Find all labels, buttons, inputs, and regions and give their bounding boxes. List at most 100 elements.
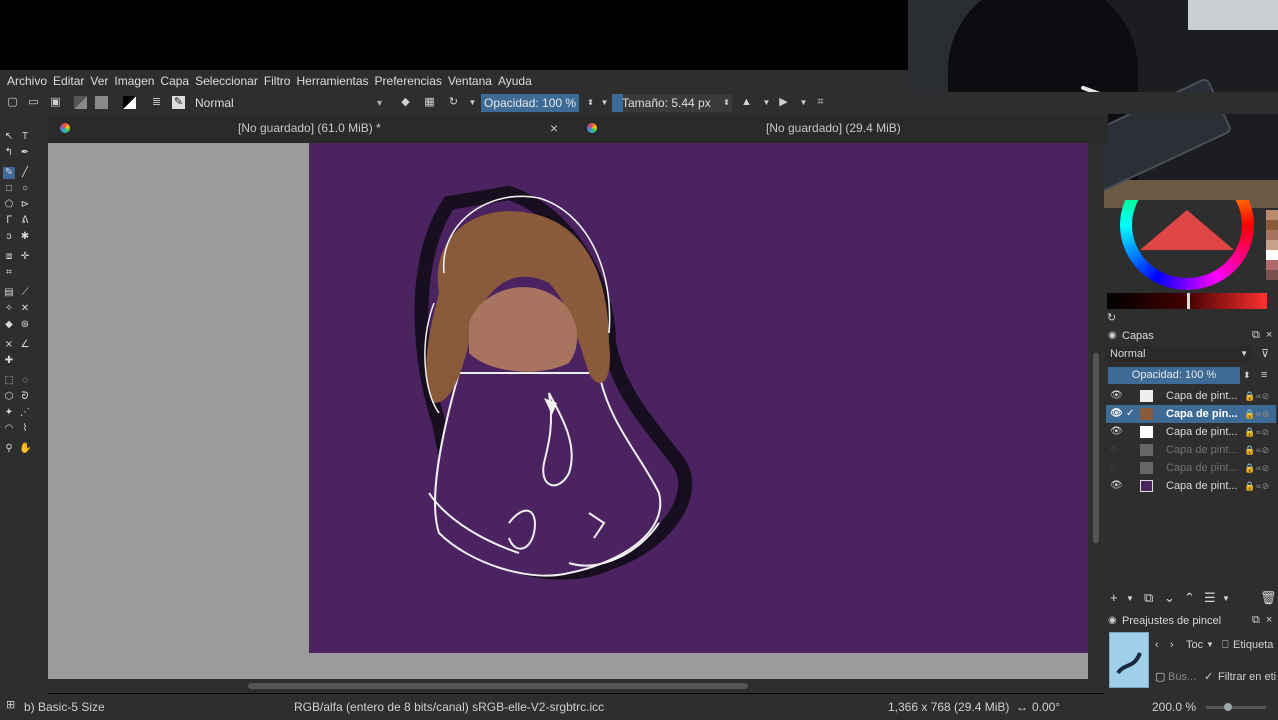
- layer-opacity-slider[interactable]: Opacidad: 100 %: [1108, 367, 1240, 384]
- eye-hidden-icon[interactable]: ◌: [1110, 441, 1122, 459]
- brush-settings-icon[interactable]: ≣: [150, 96, 163, 109]
- rotate-icon[interactable]: ↔: [1016, 700, 1028, 714]
- zoom-slider-knob[interactable]: [1224, 703, 1232, 711]
- wrap-icon[interactable]: ⌗: [814, 96, 827, 109]
- reload-icon[interactable]: ↻: [447, 96, 460, 109]
- layer-row[interactable]: 👁 Capa de pint... 🔒∝⊘: [1106, 423, 1276, 441]
- layer-options-icon[interactable]: ≡: [1261, 367, 1267, 383]
- freehand-brush-icon[interactable]: ✎: [3, 167, 15, 179]
- move-layer-down-icon[interactable]: ⌄: [1164, 590, 1175, 606]
- enclose-fill-icon[interactable]: ⊛: [19, 319, 31, 331]
- menu-herramientas[interactable]: Herramientas: [293, 74, 371, 88]
- saturation-triangle[interactable]: [1140, 210, 1234, 250]
- value-slider[interactable]: [1107, 293, 1267, 309]
- chevron-down-icon[interactable]: ▼: [797, 96, 810, 109]
- delete-layer-icon[interactable]: 🗑: [1260, 590, 1277, 606]
- check-icon[interactable]: ✓: [1126, 405, 1134, 423]
- magnetic-select-icon[interactable]: ⌇: [19, 423, 31, 435]
- filter-icon[interactable]: ⊽: [1261, 346, 1269, 362]
- calligraphy-icon[interactable]: ✒: [19, 147, 31, 159]
- tab-document-1[interactable]: [No guardado] (61.0 MiB) *: [238, 114, 381, 143]
- color-swatch[interactable]: [1266, 270, 1278, 280]
- multibrush-icon[interactable]: ✱: [19, 231, 31, 243]
- line-tool-icon[interactable]: ╱: [19, 167, 31, 179]
- layer-row[interactable]: 👁 ✓ Capa de pin... 🔒∝⊘: [1106, 405, 1276, 423]
- layer-lock-icon[interactable]: 🔒∝⊘: [1244, 441, 1269, 459]
- ellipse-tool-icon[interactable]: ○: [19, 183, 31, 195]
- color-swatch[interactable]: [1266, 240, 1278, 250]
- move-tool-icon[interactable]: ✛: [19, 251, 31, 263]
- layer-lock-icon[interactable]: 🔒∝⊘: [1244, 477, 1269, 495]
- color-swatch[interactable]: [1266, 220, 1278, 230]
- chevron-right-icon[interactable]: ›: [1170, 637, 1174, 653]
- rectangle-tool-icon[interactable]: □: [3, 183, 15, 195]
- text-tool-icon[interactable]: T: [19, 131, 31, 143]
- dynamic-brush-icon[interactable]: ↄ: [3, 231, 15, 243]
- select-shapes-icon[interactable]: ↖: [3, 131, 15, 143]
- eye-icon[interactable]: 👁: [1110, 387, 1123, 405]
- save-icon[interactable]: ▣: [49, 96, 62, 109]
- layer-lock-icon[interactable]: 🔒∝⊘: [1244, 423, 1269, 441]
- rect-select-icon[interactable]: ⬚: [3, 375, 15, 387]
- zoom-slider[interactable]: [1206, 703, 1266, 711]
- close-icon[interactable]: ×: [1266, 612, 1272, 628]
- layer-blend-mode-select[interactable]: Normal ▼: [1108, 346, 1252, 362]
- filter-checkbox[interactable]: ✓: [1204, 669, 1213, 685]
- preset-view-icon[interactable]: ▢: [1155, 669, 1165, 685]
- vertical-scroll-thumb[interactable]: [1093, 353, 1099, 543]
- gradient-icon[interactable]: [74, 96, 87, 109]
- layer-properties-icon[interactable]: ☰: [1204, 590, 1216, 606]
- tag-icon[interactable]: ⎕: [1222, 637, 1229, 653]
- move-layer-up-icon[interactable]: ⌃: [1184, 590, 1195, 606]
- stepper-icon[interactable]: ⬍: [720, 96, 733, 109]
- menu-ver[interactable]: Ver: [87, 74, 111, 88]
- color-swatch[interactable]: [1266, 250, 1278, 260]
- recent-colors[interactable]: [1266, 210, 1278, 290]
- color-swatch[interactable]: [1266, 260, 1278, 270]
- fg-bg-color-icon[interactable]: [123, 96, 136, 109]
- canvas-area[interactable]: [48, 143, 1088, 679]
- bezier-select-icon[interactable]: ◠: [3, 423, 15, 435]
- brush-preset-thumbnail[interactable]: [1109, 632, 1149, 688]
- edit-shapes-icon[interactable]: ↰: [3, 147, 15, 159]
- eraser-icon[interactable]: ◆: [399, 96, 412, 109]
- chevron-down-icon[interactable]: ▼: [1206, 637, 1214, 653]
- tag-label[interactable]: Etiqueta: [1233, 637, 1277, 653]
- stepper-icon[interactable]: ⬍: [584, 96, 597, 109]
- color-swatch[interactable]: [1266, 230, 1278, 240]
- color-selector[interactable]: [1120, 200, 1254, 290]
- reference-tool-icon[interactable]: ✚: [3, 355, 15, 367]
- chevron-down-icon[interactable]: ▼: [598, 96, 611, 109]
- vertical-scrollbar[interactable]: [1088, 143, 1104, 679]
- eye-icon[interactable]: 👁: [1110, 423, 1123, 441]
- open-folder-icon[interactable]: ▭: [27, 96, 40, 109]
- opacity-slider[interactable]: Opacidad: 100 %: [481, 94, 579, 112]
- menu-ayuda[interactable]: Ayuda: [495, 74, 535, 88]
- chevron-left-icon[interactable]: ‹: [1155, 637, 1159, 653]
- polygon-select-icon[interactable]: ⬡: [3, 391, 15, 403]
- add-layer-icon[interactable]: +: [1110, 590, 1118, 605]
- freehand-select-icon[interactable]: ᘐ: [19, 391, 31, 403]
- duplicate-layer-icon[interactable]: ⧉: [1144, 590, 1153, 606]
- similar-select-icon[interactable]: ⋰: [19, 407, 31, 419]
- artboard[interactable]: [309, 143, 1088, 653]
- menu-seleccionar[interactable]: Seleccionar: [192, 74, 261, 88]
- stepper-icon[interactable]: ⬍: [1243, 367, 1251, 383]
- menu-archivo[interactable]: Archivo: [4, 74, 50, 88]
- pan-tool-icon[interactable]: ✋: [19, 443, 31, 455]
- status-zoom[interactable]: 200.0 %: [1152, 700, 1196, 714]
- pattern-icon[interactable]: [95, 96, 108, 109]
- tab-document-2[interactable]: [No guardado] (29.4 MiB): [766, 114, 901, 143]
- brush-preset-icon[interactable]: ✎: [172, 96, 185, 109]
- preset-search-input[interactable]: Bus...: [1168, 669, 1196, 685]
- chevron-down-icon[interactable]: ▼: [760, 96, 773, 109]
- mirror-horizontal-icon[interactable]: ▲: [740, 96, 753, 109]
- horizontal-scrollbar[interactable]: [48, 679, 1104, 693]
- eye-hidden-icon[interactable]: ◌: [1110, 459, 1122, 477]
- value-slider-handle[interactable]: [1187, 293, 1190, 309]
- reset-icon[interactable]: ↻: [1107, 310, 1116, 326]
- layer-row[interactable]: ◌ Capa de pint... 🔒∝⊘: [1106, 441, 1276, 459]
- color-picker-icon[interactable]: ⟋: [19, 287, 31, 299]
- menu-preferencias[interactable]: Preferencias: [372, 74, 445, 88]
- layer-lock-icon[interactable]: 🔒∝⊘: [1244, 387, 1269, 405]
